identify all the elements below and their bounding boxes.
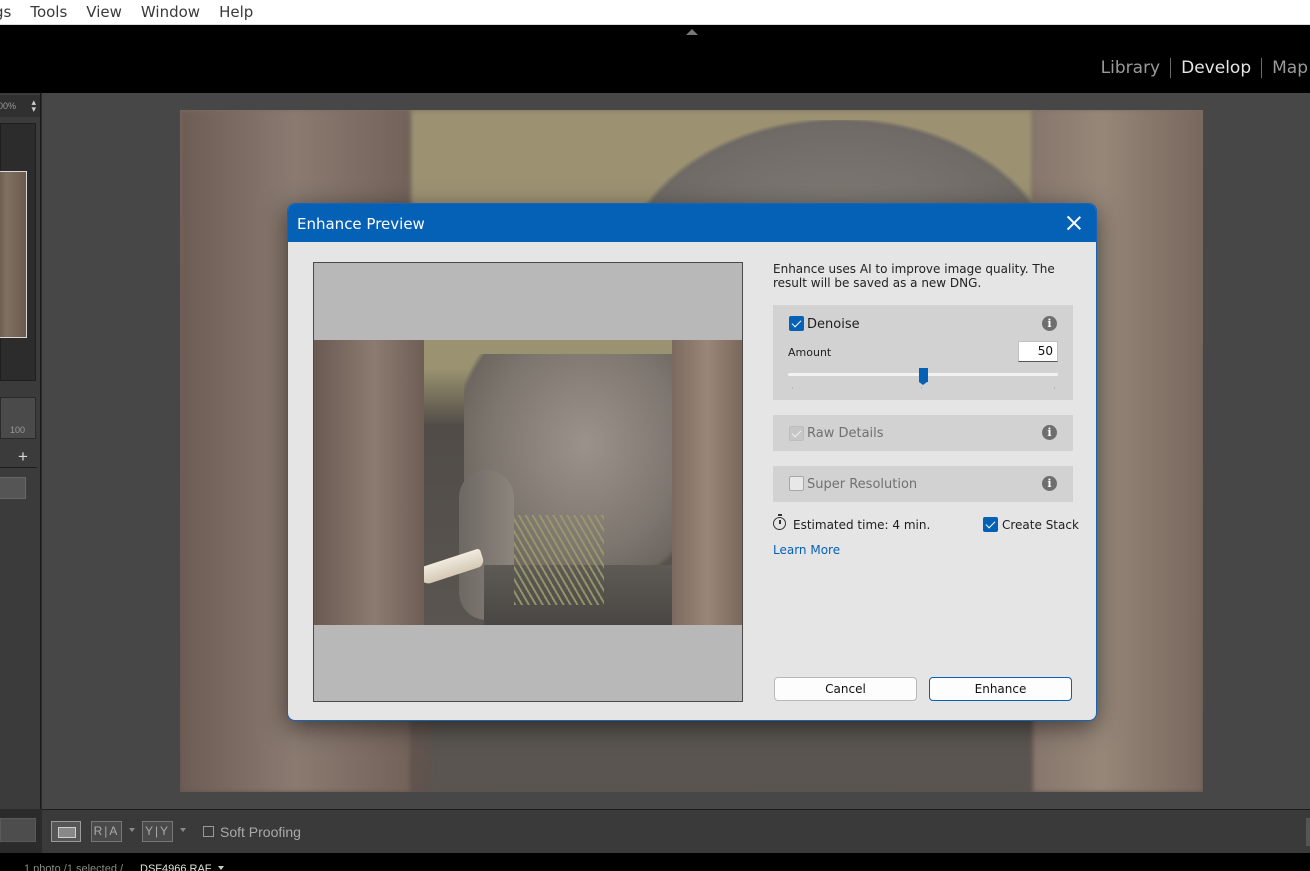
history-panel: 100 — [0, 397, 36, 439]
preview-image[interactable] — [314, 340, 742, 625]
enhance-preview-dialog: Enhance Preview Enhance uses AI to impro… — [287, 203, 1097, 721]
raw-details-label: Raw Details — [807, 426, 884, 441]
develop-toolbar: R|A Y|Y Soft Proofing — [42, 809, 1310, 853]
navigator-zoom-level[interactable]: 00% — [0, 101, 16, 111]
menu-view[interactable]: View — [86, 3, 122, 21]
dialog-description: Enhance uses AI to improve image quality… — [773, 262, 1055, 290]
file-name-dropdown-icon[interactable] — [218, 866, 224, 870]
raw-details-info-icon[interactable]: i — [1042, 425, 1057, 440]
menu-help[interactable]: Help — [219, 3, 253, 21]
denoise-checkbox[interactable] — [789, 316, 804, 331]
module-picker: Library Develop Map — [1091, 58, 1310, 78]
navigator-header: 00% ▴ ▾ — [0, 95, 40, 117]
cancel-button[interactable]: Cancel — [774, 677, 917, 701]
preview-post-left — [314, 340, 424, 625]
soft-proofing-label[interactable]: Soft Proofing — [220, 824, 301, 840]
collapse-top-panel-icon[interactable] — [686, 29, 698, 35]
file-name[interactable]: DSF4966.RAF — [140, 863, 212, 871]
denoise-section: Denoise i Amount 50 — [773, 305, 1073, 400]
left-panel-bottom-button[interactable] — [0, 818, 36, 842]
menu-window[interactable]: Window — [141, 3, 200, 21]
raw-details-section: Raw Details i — [773, 415, 1073, 451]
create-stack-label[interactable]: Create Stack — [1002, 518, 1079, 532]
zoom-stepper-icon[interactable]: ▴ ▾ — [31, 98, 36, 114]
super-resolution-info-icon[interactable]: i — [1042, 476, 1057, 491]
close-icon[interactable] — [1064, 213, 1084, 233]
create-stack-checkbox[interactable] — [983, 517, 998, 532]
denoise-label[interactable]: Denoise — [807, 317, 860, 332]
navigator-preview[interactable] — [0, 123, 36, 381]
learn-more-link[interactable]: Learn More — [773, 543, 840, 557]
lightroom-window: gs Tools View Window Help Library Develo… — [0, 0, 1310, 871]
preset-field[interactable] — [0, 477, 26, 499]
module-develop[interactable]: Develop — [1171, 58, 1261, 78]
slider-tick — [792, 387, 793, 389]
menu-tools[interactable]: Tools — [30, 3, 67, 21]
super-resolution-label[interactable]: Super Resolution — [807, 477, 917, 492]
preview-grass — [514, 515, 604, 605]
left-panel: 00% ▴ ▾ 100 + — [0, 93, 41, 809]
preview-post-right — [672, 340, 742, 625]
history-value: 100 — [9, 425, 25, 435]
menu-bar: gs Tools View Window Help — [0, 0, 1310, 25]
toolbar-edge — [1306, 818, 1310, 846]
stopwatch-icon — [773, 514, 786, 530]
loupe-view-button[interactable] — [51, 821, 81, 842]
soft-proofing-checkbox[interactable] — [203, 826, 214, 837]
dialog-title: Enhance Preview — [297, 215, 425, 233]
before-after-button[interactable]: Y|Y — [142, 821, 173, 842]
amount-slider-thumb[interactable] — [918, 368, 928, 385]
super-resolution-section: Super Resolution i — [773, 466, 1073, 502]
selection-count: 1 photo /1 selected / — [24, 863, 124, 871]
raw-details-checkbox — [789, 426, 804, 441]
reference-view-button[interactable]: R|A — [91, 821, 122, 842]
estimated-time: Estimated time: 4 min. — [793, 518, 931, 532]
dialog-title-bar[interactable]: Enhance Preview — [288, 204, 1096, 242]
before-after-dropdown-icon[interactable] — [180, 828, 186, 832]
module-library[interactable]: Library — [1091, 58, 1170, 78]
slider-tick — [921, 387, 922, 389]
navigator-thumbnail[interactable] — [0, 171, 27, 338]
slider-tick — [1054, 387, 1055, 389]
reference-view-dropdown-icon[interactable] — [129, 828, 135, 832]
filmstrip-header: 1 photo /1 selected / DSF4966.RAF — [0, 853, 1310, 871]
module-picker-bar: Library Develop Map — [0, 25, 1310, 93]
menu-settings[interactable]: gs — [0, 3, 11, 21]
denoise-info-icon[interactable]: i — [1042, 316, 1057, 331]
amount-input[interactable]: 50 — [1018, 341, 1058, 362]
module-map[interactable]: Map — [1262, 58, 1310, 78]
panel-divider — [0, 467, 37, 468]
enhance-preview-pane[interactable] — [313, 262, 743, 702]
super-resolution-checkbox[interactable] — [789, 476, 804, 491]
add-preset-icon[interactable]: + — [18, 448, 28, 465]
enhance-button[interactable]: Enhance — [929, 677, 1072, 701]
amount-label: Amount — [788, 346, 832, 359]
